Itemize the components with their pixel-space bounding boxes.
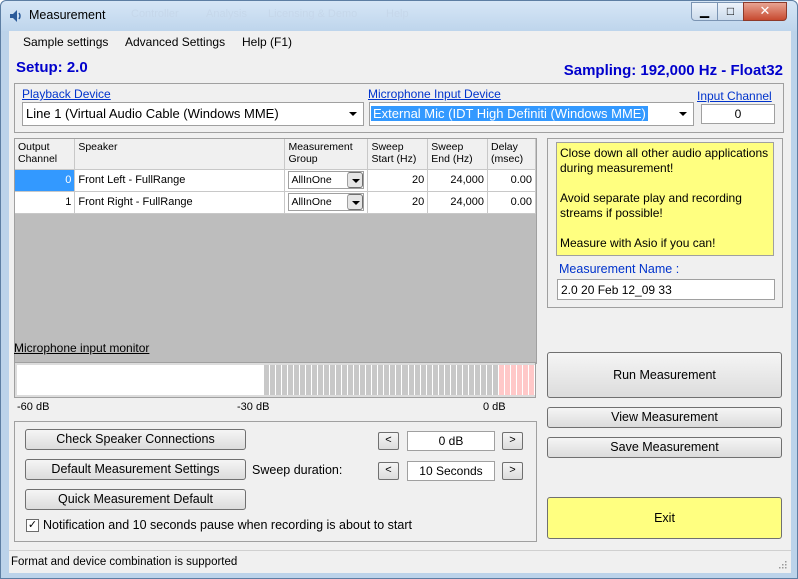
column-header-delay[interactable]: Delay (msec) <box>487 139 536 170</box>
ghost-menu-item: Help <box>386 8 409 20</box>
group-cell[interactable]: AllInOne <box>284 191 369 214</box>
sweep-end-cell[interactable]: 24,000 <box>427 169 489 192</box>
checkmark-icon: ✓ <box>27 519 38 531</box>
measurement-window: Measurement Controller Analysis Licensin… <box>0 0 798 579</box>
client-area: Sample settings Advanced Settings Help (… <box>9 31 791 573</box>
level-increase-button[interactable]: > <box>502 432 523 450</box>
column-header-speaker[interactable]: Speaker <box>74 139 286 170</box>
column-header-measurement-group[interactable]: Measurement Group <box>284 139 369 170</box>
meter-scale-mid: -30 dB <box>237 401 270 413</box>
window-title: Measurement <box>29 8 106 22</box>
title-bar[interactable]: Measurement Controller Analysis Licensin… <box>1 1 797 31</box>
ghost-menu-item: Licensing & Demo <box>268 8 358 20</box>
microphone-monitor-label: Microphone input monitor <box>14 341 150 355</box>
view-measurement-button[interactable]: View Measurement <box>547 407 782 428</box>
save-measurement-button[interactable]: Save Measurement <box>547 437 782 458</box>
level-decrease-button[interactable]: < <box>378 432 399 450</box>
menu-sample-settings[interactable]: Sample settings <box>23 35 108 49</box>
measurement-tips-note: Close down all other audio applications … <box>556 142 774 256</box>
column-header-sweep-end[interactable]: Sweep End (Hz) <box>427 139 489 170</box>
resize-grip-icon[interactable] <box>777 559 787 569</box>
column-header-sweep-start[interactable]: Sweep Start (Hz) <box>367 139 429 170</box>
tip-text: Measure with Asio if you can! <box>560 236 716 250</box>
chevron-down-icon <box>349 112 357 116</box>
minimize-icon: ▁ <box>699 4 710 18</box>
menu-help[interactable]: Help (F1) <box>242 35 292 49</box>
input-level-meter <box>14 362 536 398</box>
delay-cell[interactable]: 0.00 <box>487 169 536 192</box>
setup-label: Setup: 2.0 <box>16 59 88 76</box>
ghost-menu-item: Analysis <box>206 8 247 20</box>
device-panel: Playback Device Line 1 (Virtual Audio Ca… <box>14 83 784 133</box>
measurement-group-select[interactable]: AllInOne <box>288 171 365 189</box>
menu-advanced-settings[interactable]: Advanced Settings <box>125 35 225 49</box>
sweep-start-cell[interactable]: 20 <box>367 169 429 192</box>
table-row[interactable]: 0 Front Left - FullRange AllInOne 20 24,… <box>15 169 536 192</box>
level-field[interactable]: 0 dB <box>407 431 495 451</box>
microphone-device-label[interactable]: Microphone Input Device <box>368 87 501 101</box>
measurement-name-label: Measurement Name : <box>559 262 680 276</box>
tip-text: Avoid separate play and recording stream… <box>560 191 742 220</box>
exit-button[interactable]: Exit <box>547 497 782 539</box>
status-bar: Format and device combination is support… <box>9 550 791 573</box>
input-channel-field[interactable]: 0 <box>701 104 775 124</box>
channel-cell[interactable]: 1 <box>15 191 76 214</box>
meter-scale-max: 0 dB <box>483 401 506 413</box>
sweep-increase-button[interactable]: > <box>502 462 523 480</box>
sweep-start-cell[interactable]: 20 <box>367 191 429 214</box>
chevron-down-icon <box>679 112 687 116</box>
notification-checkbox[interactable]: ✓ <box>26 519 39 532</box>
chevron-down-icon[interactable] <box>347 172 364 188</box>
close-icon: ✕ <box>759 3 771 18</box>
speaker-grid: Output Channel Speaker Measurement Group S… <box>14 138 537 364</box>
speaker-table: Output Channel Speaker Measurement Group S… <box>15 139 536 214</box>
microphone-device-select[interactable]: External Mic (IDT High Definiti (Windows… <box>369 102 694 126</box>
run-measurement-button[interactable]: Run Measurement <box>547 352 782 398</box>
settings-panel: Check Speaker Connections Default Measur… <box>14 421 537 542</box>
table-row[interactable]: 1 Front Right - FullRange AllInOne 20 24… <box>15 191 536 214</box>
sweep-decrease-button[interactable]: < <box>378 462 399 480</box>
input-channel-label[interactable]: Input Channel <box>697 89 772 103</box>
notes-panel: Close down all other audio applications … <box>547 138 783 308</box>
column-header-output-channel[interactable]: Output Channel <box>15 139 76 170</box>
default-measurement-settings-button[interactable]: Default Measurement Settings <box>25 459 246 480</box>
delay-cell[interactable]: 0.00 <box>487 191 536 214</box>
channel-cell[interactable]: 0 <box>15 169 76 192</box>
speaker-app-icon <box>10 10 21 22</box>
playback-device-label[interactable]: Playback Device <box>22 87 111 101</box>
close-button[interactable]: ✕ <box>743 2 787 21</box>
group-cell[interactable]: AllInOne <box>284 169 369 192</box>
meter-segment <box>528 365 535 395</box>
notification-label[interactable]: Notification and 10 seconds pause when r… <box>43 518 412 532</box>
meter-scale-min: -60 dB <box>17 401 50 413</box>
minimize-button[interactable]: ▁ <box>691 2 718 21</box>
sweep-duration-label: Sweep duration: <box>252 463 343 477</box>
maximize-icon: □ <box>726 4 735 18</box>
table-header-row: Output Channel Speaker Measurement Group S… <box>15 139 536 170</box>
measurement-name-field[interactable]: 2.0 20 Feb 12_09 33 <box>557 279 775 300</box>
status-text: Format and device combination is support… <box>11 556 238 568</box>
menu-bar: Sample settings Advanced Settings Help (… <box>9 31 791 53</box>
sweep-end-cell[interactable]: 24,000 <box>427 191 489 214</box>
measurement-group-select[interactable]: AllInOne <box>288 193 365 211</box>
speaker-cell[interactable]: Front Left - FullRange <box>74 169 286 192</box>
tip-text: Close down all other audio applications … <box>560 146 769 175</box>
check-speaker-connections-button[interactable]: Check Speaker Connections <box>25 429 246 450</box>
maximize-button[interactable]: □ <box>717 2 744 21</box>
sampling-label: Sampling: 192,000 Hz - Float32 <box>563 62 783 79</box>
sweep-duration-field[interactable]: 10 Seconds <box>407 461 495 481</box>
playback-device-select[interactable]: Line 1 (Virtual Audio Cable (Windows MME… <box>22 102 364 126</box>
ghost-menu-item: Controller <box>131 8 179 20</box>
chevron-down-icon[interactable] <box>347 194 364 210</box>
quick-measurement-default-button[interactable]: Quick Measurement Default <box>25 489 246 510</box>
speaker-cell[interactable]: Front Right - FullRange <box>74 191 286 214</box>
